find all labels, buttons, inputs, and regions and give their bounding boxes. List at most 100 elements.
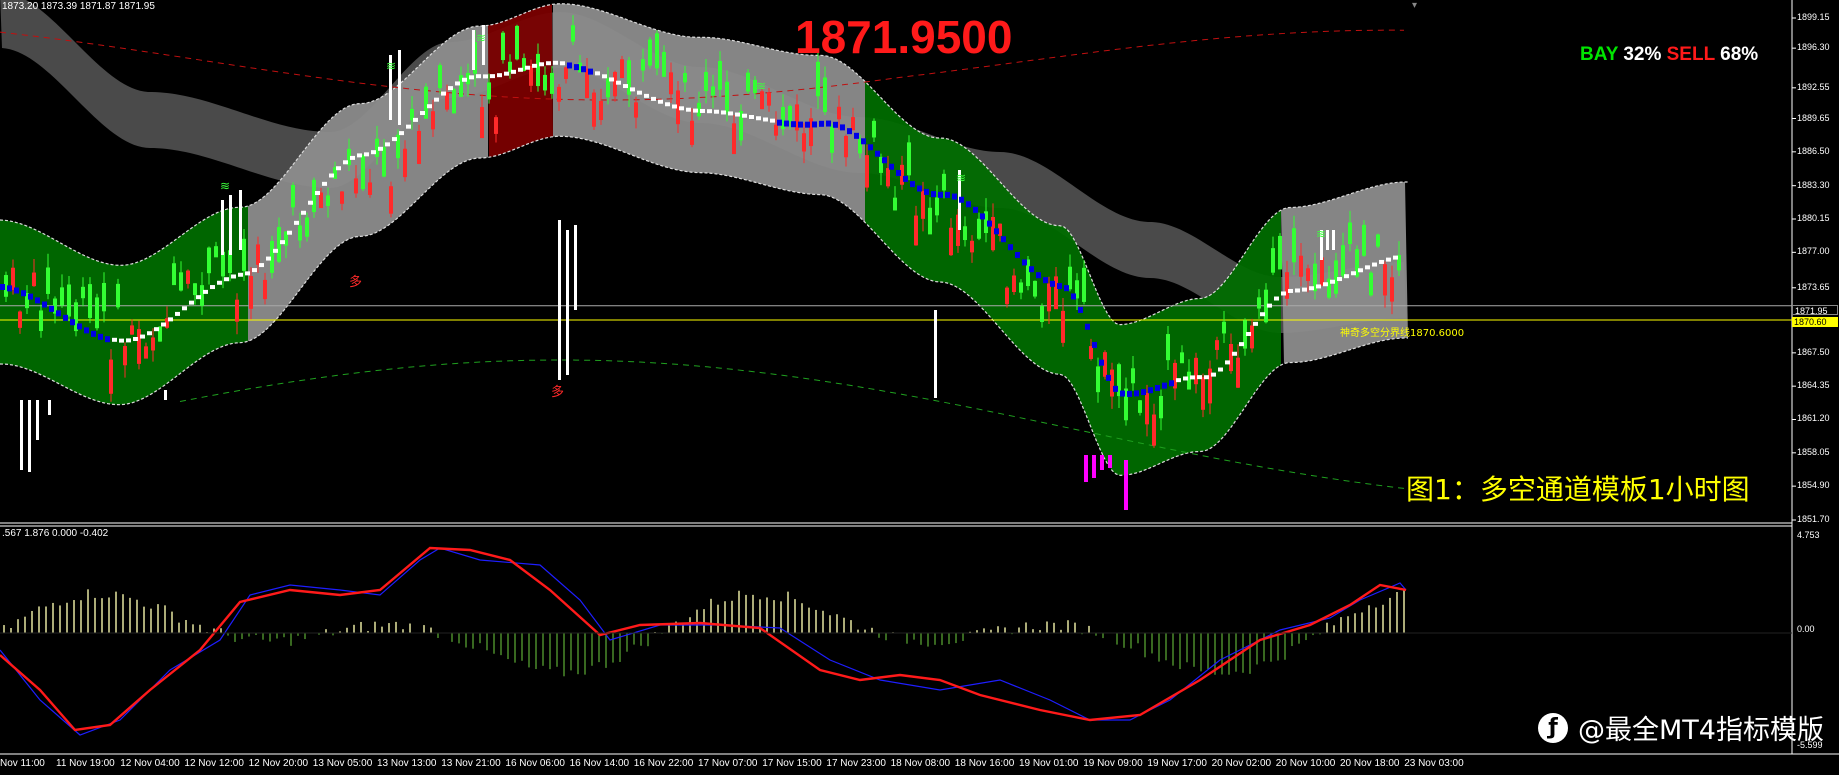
candle-body bbox=[1362, 224, 1366, 256]
candle-body bbox=[368, 182, 372, 195]
ma-dot bbox=[196, 295, 201, 300]
candle-body bbox=[1033, 280, 1037, 297]
current-price-tag: 1871.95 bbox=[1792, 305, 1838, 316]
ma-dot bbox=[875, 150, 880, 157]
ma-dot bbox=[679, 106, 684, 111]
ma-dot bbox=[1134, 390, 1139, 397]
ma-dot bbox=[735, 112, 740, 117]
time-tick-label: 20 Nov 02:00 bbox=[1211, 758, 1272, 769]
candle-body bbox=[487, 82, 491, 100]
candle-body bbox=[844, 135, 848, 158]
time-tick-label: 20 Nov 10:00 bbox=[1275, 758, 1336, 769]
ma-dot bbox=[819, 120, 824, 127]
price-tick-label: 1851.70 bbox=[1797, 514, 1830, 524]
ma-dot bbox=[322, 181, 327, 186]
ma-dot bbox=[497, 73, 502, 78]
ma-dot bbox=[1309, 286, 1314, 291]
candle-body bbox=[1376, 234, 1380, 247]
price-chart-canvas[interactable]: ≋ ≋ ≋ ≋ ≋ ≋ bbox=[0, 0, 1839, 775]
candle-body bbox=[1299, 255, 1303, 277]
bay-sell-stats: BAY 32% SELL 68% bbox=[1580, 44, 1758, 66]
sell-percent: 68% bbox=[1720, 44, 1759, 65]
ma-dot bbox=[952, 193, 957, 200]
ma-dot bbox=[504, 71, 509, 76]
candle-body bbox=[1236, 357, 1240, 388]
ma-dot bbox=[336, 166, 341, 171]
ma-dot bbox=[392, 137, 397, 142]
ma-dot bbox=[371, 150, 376, 155]
time-tick-label: 18 Nov 16:00 bbox=[954, 758, 1015, 769]
ma-dot bbox=[553, 60, 558, 65]
time-tick-label: 17 Nov 15:00 bbox=[762, 758, 822, 769]
ma-dot bbox=[770, 118, 775, 123]
candle-body bbox=[116, 283, 120, 308]
candle-body bbox=[60, 287, 64, 306]
ma-dot bbox=[917, 185, 922, 192]
candle-body bbox=[690, 120, 694, 145]
candle-body bbox=[501, 32, 505, 61]
time-tick-label: 20 Nov 18:00 bbox=[1340, 758, 1400, 769]
time-tick-label: 19 Nov 17:00 bbox=[1147, 758, 1207, 769]
watermark: ƒ @最全MT4指标模版 bbox=[1538, 708, 1824, 747]
sell-signal-marker: ≋ bbox=[956, 171, 966, 185]
candle-body bbox=[130, 325, 134, 335]
ma-dot bbox=[182, 306, 187, 311]
candle-body bbox=[340, 191, 344, 204]
ma-dot bbox=[910, 181, 915, 188]
candle-body bbox=[1341, 245, 1345, 276]
candle-body bbox=[571, 25, 575, 42]
candle-body bbox=[137, 329, 141, 364]
ma-dot bbox=[896, 170, 901, 177]
price-tick-label: 1896.30 bbox=[1797, 42, 1830, 53]
candle-body bbox=[963, 226, 967, 241]
candle-body bbox=[1110, 369, 1114, 397]
chevron-down-icon: ▾ bbox=[1412, 0, 1418, 11]
ma-dot bbox=[105, 336, 110, 343]
ma-dot bbox=[861, 138, 866, 145]
ma-dot bbox=[1043, 277, 1048, 284]
ma-dot bbox=[266, 256, 271, 261]
ma-dot bbox=[1190, 375, 1195, 380]
time-tick-label: 13 Nov 13:00 bbox=[377, 758, 437, 769]
ma-dot bbox=[854, 132, 859, 139]
candle-body bbox=[634, 102, 638, 118]
ma-dot bbox=[1358, 268, 1363, 273]
ma-dot bbox=[693, 108, 698, 113]
candle-body bbox=[193, 283, 197, 296]
candle-body bbox=[312, 179, 316, 213]
ma-dot bbox=[1155, 384, 1160, 391]
candle-body bbox=[746, 72, 750, 92]
ma-dot bbox=[959, 196, 964, 203]
candle-body bbox=[221, 251, 225, 277]
candle-body bbox=[417, 130, 421, 164]
ma-dot bbox=[1239, 342, 1244, 347]
ma-dot bbox=[1323, 282, 1328, 287]
current-price-display: 1871.9500 bbox=[795, 11, 1013, 63]
candle-body bbox=[970, 240, 974, 253]
candle-body bbox=[1383, 264, 1387, 296]
candle-body bbox=[452, 89, 456, 114]
candle-body bbox=[1187, 371, 1191, 390]
magenta-spike-bar bbox=[1092, 455, 1096, 478]
candle-body bbox=[592, 92, 596, 127]
ma-dot bbox=[476, 74, 481, 79]
ma-dot bbox=[140, 334, 145, 339]
time-tick-label: 12 Nov 04:00 bbox=[120, 758, 180, 769]
ma-dot bbox=[189, 300, 194, 305]
price-tick-label: 1858.05 bbox=[1797, 446, 1830, 457]
ma-dot bbox=[154, 327, 159, 332]
candle-body bbox=[1215, 340, 1219, 350]
ma-dot bbox=[231, 274, 236, 279]
ma-dot bbox=[749, 114, 754, 119]
candle-body bbox=[326, 195, 330, 207]
price-tick-label: 1854.90 bbox=[1797, 480, 1830, 491]
candle-body bbox=[354, 178, 358, 194]
candle-body bbox=[774, 124, 778, 136]
price-tick-label: 1861.20 bbox=[1797, 413, 1830, 424]
ma-dot bbox=[448, 86, 453, 91]
candle-body bbox=[1152, 414, 1156, 446]
time-tick-label: 13 Nov 21:00 bbox=[441, 758, 501, 769]
candle-body bbox=[123, 346, 127, 366]
ma-dot bbox=[469, 75, 474, 80]
candle-body bbox=[1089, 346, 1093, 359]
